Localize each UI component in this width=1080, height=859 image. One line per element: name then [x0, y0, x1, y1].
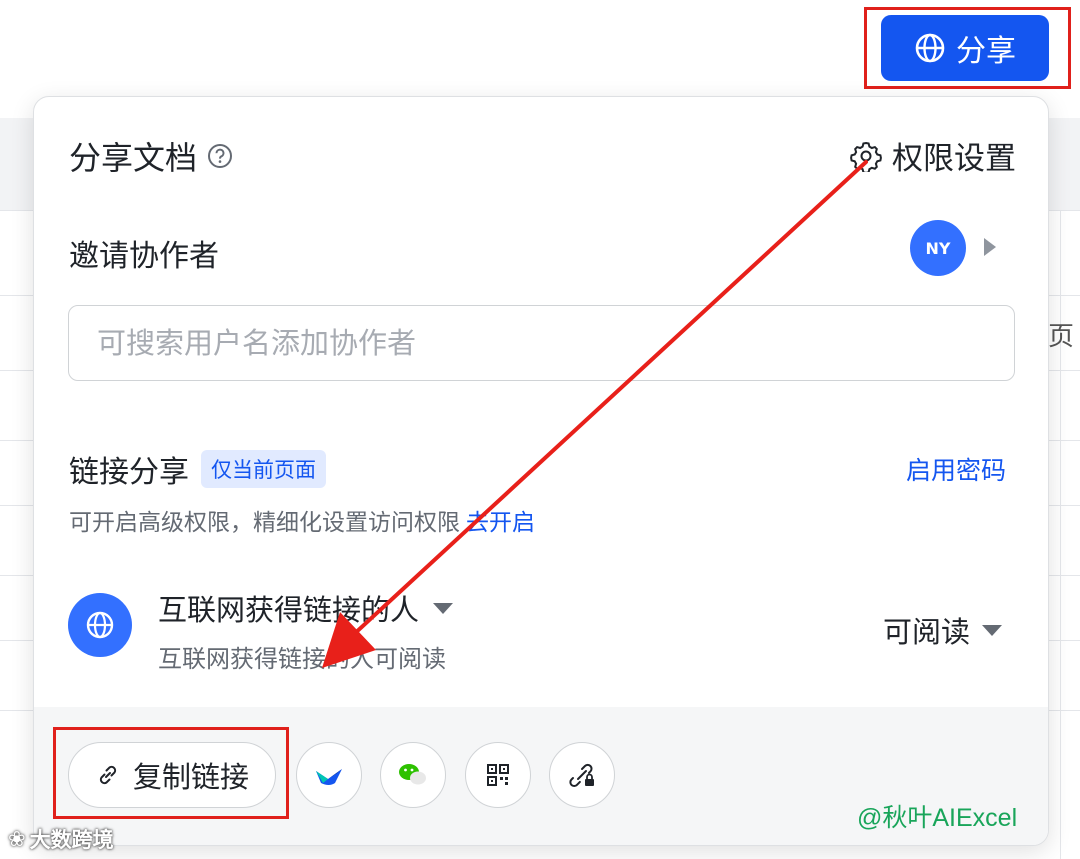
permission-level-dropdown[interactable]: 可阅读: [883, 609, 1002, 651]
share-to-lark-button[interactable]: [296, 742, 362, 808]
link-scope-label: 互联网获得链接的人: [158, 593, 420, 627]
internet-scope-icon: [68, 593, 132, 657]
enable-password-link[interactable]: 启用密码: [906, 451, 1006, 487]
invite-collaborators-label: 邀请协作者: [69, 239, 219, 274]
enable-advanced-link[interactable]: 去开启: [466, 510, 535, 536]
watermark-source: ❀ 大数跨境: [8, 824, 114, 854]
permission-settings-label: 权限设置: [892, 141, 1016, 177]
help-icon[interactable]: [207, 143, 233, 169]
permission-settings-button[interactable]: 权限设置: [850, 133, 1016, 178]
link-scope-description: 互联网获得链接的人可阅读: [158, 645, 446, 673]
globe-icon: [86, 611, 114, 639]
expand-collaborators-icon[interactable]: [984, 238, 996, 256]
link-share-label: 链接分享: [69, 455, 189, 490]
link-lock-icon: [569, 763, 594, 787]
link-scope-dropdown[interactable]: 互联网获得链接的人: [158, 587, 454, 629]
watermark-source-text: 大数跨境: [29, 828, 114, 852]
qrcode-icon: [487, 764, 509, 786]
highlight-box-share: [864, 7, 1071, 89]
panel-title: 分享文档: [69, 133, 233, 179]
watermark-author: @秋叶AIExcel: [857, 804, 1018, 832]
panel-title-text: 分享文档: [69, 139, 198, 177]
permission-level-label: 可阅读: [882, 615, 970, 649]
share-to-wechat-button[interactable]: [380, 742, 446, 808]
share-qrcode-button[interactable]: [465, 742, 531, 808]
chevron-down-icon: [982, 624, 1002, 636]
collaborator-search-input[interactable]: [68, 305, 1015, 381]
lark-icon: [316, 769, 342, 785]
current-page-tag: 仅当前页面: [201, 450, 326, 488]
wechat-icon: [399, 764, 426, 785]
avatar[interactable]: NY: [910, 220, 966, 276]
watermark-logo-icon: ❀: [8, 827, 26, 851]
advanced-permission-hint: 可开启高级权限，精细化设置访问权限 去开启: [69, 503, 535, 537]
background-cell-glyph: 页: [1048, 322, 1075, 352]
advanced-permission-text: 可开启高级权限，精细化设置访问权限: [69, 510, 460, 536]
link-share-header: 链接分享 仅当前页面: [69, 447, 326, 491]
secure-link-button[interactable]: [549, 742, 615, 808]
highlight-box-copy-link: [53, 727, 289, 819]
background-column-line: [1060, 210, 1061, 859]
chevron-down-icon: [433, 602, 454, 614]
gear-icon: [850, 141, 882, 172]
